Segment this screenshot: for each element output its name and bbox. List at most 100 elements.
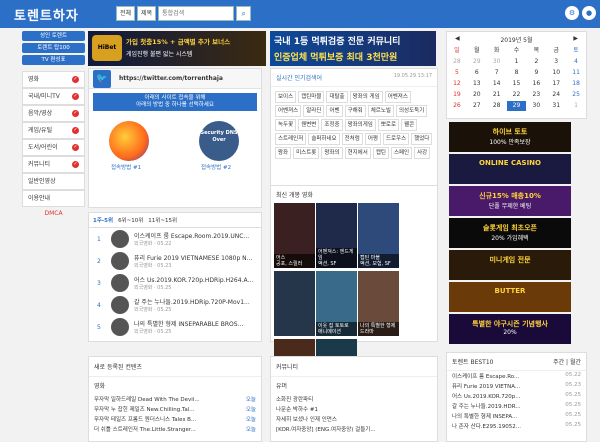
calendar-prev-icon[interactable]: ◀: [455, 35, 460, 42]
side-ad-banner[interactable]: 슬롯게임 최초오픈 20% 가입혜택: [449, 218, 571, 248]
category-korean-tv[interactable]: 국내/미니TV ✓: [22, 88, 85, 105]
search-tag[interactable]: 조정중: [321, 119, 343, 131]
list-item[interactable]: 무자막 누 잡힌 제일즈 New.Chilling.Tal... 오늘: [89, 404, 261, 414]
row-title[interactable]: 이스케이프 룸 Escape.Room.2019.UNC...: [134, 231, 259, 240]
row-title[interactable]: 갈 주는 누나들.2019.HDRip.720P-Mov1...: [134, 297, 259, 306]
search-tag[interactable]: 알라딘: [303, 105, 325, 117]
row-title[interactable]: 퓨리 Furie 2019 VIETNAMESE 1080p N...: [134, 253, 259, 262]
search-tag[interactable]: 드로우스: [382, 133, 410, 145]
table-row[interactable]: 2 퓨리 Furie 2019 VIETNAMESE 1080p N... 외국영화…: [89, 250, 261, 272]
search-tag[interactable]: 대탈출: [326, 91, 348, 103]
settings-icon[interactable]: ⚙: [565, 6, 579, 20]
search-tag[interactable]: 스페인: [390, 147, 413, 159]
movie-poster[interactable]: 어벤져스: 엔드게임 액션, SF: [316, 203, 357, 268]
search-tag[interactable]: 했었다: [411, 133, 433, 145]
item-title[interactable]: 나의 특별한 형제 INSEPA...: [452, 412, 517, 420]
tv-schedule-button[interactable]: TV 편성표: [22, 55, 85, 65]
category-movie[interactable]: 영화 ✓: [22, 71, 85, 88]
list-item[interactable]: 나의 특별한 형제 INSEPA... 05.25: [447, 411, 586, 421]
side-ad-banner[interactable]: 신규15% 매충10% 단폴 무제한 베팅: [449, 186, 571, 216]
ad-banner-verify[interactable]: 국내 1등 먹튀검증 전문 커뮤니티 인증업체 먹튀보증 최대 3천만원: [270, 31, 436, 66]
calendar-day[interactable]: 11: [566, 68, 586, 78]
search-tag[interactable]: 녹두꽃: [275, 119, 297, 131]
access-method-1[interactable]: 접속방법 #1: [111, 163, 141, 171]
item-title[interactable]: 갈 주는 누나들.2019.HDR...: [452, 402, 521, 410]
side-ad-banner[interactable]: BUTTER: [449, 282, 571, 312]
calendar-day[interactable]: 4: [566, 57, 586, 67]
twitter-bar[interactable]: 🐦 https://twitter.com/torrenthaja: [89, 69, 261, 89]
item-title[interactable]: 자세히 보셨나 인재 인먼스: [276, 415, 337, 423]
calendar-day[interactable]: 13: [467, 79, 487, 89]
calendar-day[interactable]: 5: [447, 68, 467, 78]
category-guide[interactable]: 이용안내: [22, 190, 85, 207]
calendar-day[interactable]: 18: [566, 79, 586, 89]
movie-poster[interactable]: 어스 공포, 스릴러: [274, 203, 315, 268]
item-title[interactable]: 소화진 광란파티: [276, 395, 313, 403]
tab-monthly[interactable]: 월간: [570, 359, 581, 366]
calendar-day[interactable]: 3: [546, 57, 566, 67]
calendar-day[interactable]: 9: [526, 68, 546, 78]
category-game[interactable]: 게임/유틸 ✓: [22, 122, 85, 139]
category-amateur[interactable]: 일반인영상: [22, 173, 85, 190]
search-tag[interactable]: 왕좌의게임: [344, 119, 376, 131]
calendar-day[interactable]: 12: [447, 79, 467, 89]
search-tag[interactable]: 스트레인저: [275, 133, 307, 145]
search-tag[interactable]: 웰콘: [401, 119, 418, 131]
side-ad-banner[interactable]: 하이브 토토 100% 만족보장: [449, 122, 571, 152]
item-title[interactable]: 무자막 테일즈 프롬드 원더스니스 Tales B...: [94, 415, 196, 423]
search-tag[interactable]: 왕좌의 게임: [349, 91, 383, 103]
user-icon[interactable]: ●: [582, 6, 596, 20]
torrent-top100-button[interactable]: 토렌트 탑100: [22, 43, 85, 53]
dns-shield-icon[interactable]: Security DNS Over: [199, 121, 239, 161]
calendar-day[interactable]: 6: [467, 68, 487, 78]
calendar-day[interactable]: 15: [507, 79, 527, 89]
table-row[interactable]: 5 나의 특별한 형제 INSEPARABLE BROS... 외국영화 · 05.…: [89, 316, 261, 338]
search-tag[interactable]: 어쩡: [364, 133, 381, 145]
list-item[interactable]: [KOR.여자중앙] (ENG.여자중앙) 걸들기...: [271, 424, 437, 434]
calendar-day[interactable]: 14: [487, 79, 507, 89]
calendar-day[interactable]: 29: [506, 101, 527, 111]
search-tag[interactable]: 의성도둑기: [396, 105, 428, 117]
list-item[interactable]: 갈 주는 누나들.2019.HDR... 05.25: [447, 401, 586, 411]
table-row[interactable]: 1 이스케이프 룸 Escape.Room.2019.UNC... 외국영화 · 0…: [89, 228, 261, 250]
row-title[interactable]: 어스 Us.2019.KOR.720p.HDRip.H264.A...: [134, 275, 259, 284]
search-scope-all[interactable]: 전체: [116, 6, 136, 21]
list-item[interactable]: 무자막 테일즈 프롬드 원더스니스 Tales B... 오늘: [89, 414, 261, 424]
calendar-day[interactable]: 17: [546, 79, 566, 89]
calendar-day[interactable]: 20: [467, 90, 487, 100]
item-title[interactable]: 퓨리 Furie 2019 VIETNA...: [452, 382, 520, 390]
dmca-link[interactable]: DMCA: [22, 210, 85, 217]
list-item[interactable]: 나문순 박하수 #1: [271, 404, 437, 414]
category-books[interactable]: 도서/어린이 ✓: [22, 139, 85, 156]
search-tag[interactable]: 어벤져스: [275, 105, 302, 117]
calendar-day[interactable]: 29: [467, 57, 487, 67]
list-item[interactable]: 어스 Us.2019.KOR.720p... 05.25: [447, 391, 586, 401]
tab-rank-6-10[interactable]: 6위~10위: [118, 216, 143, 224]
side-ad-banner[interactable]: ONLINE CASINO: [449, 154, 571, 184]
calendar-day[interactable]: 1: [566, 101, 586, 111]
search-tag[interactable]: 슬퍼하네요: [308, 133, 340, 145]
search-tag[interactable]: 왕좌: [275, 147, 292, 159]
search-tag[interactable]: 캡틴마블: [298, 91, 325, 103]
search-input[interactable]: [158, 6, 235, 21]
search-tag[interactable]: 캡틴: [372, 147, 389, 159]
search-tag[interactable]: 왕좌의: [321, 147, 343, 159]
calendar-day[interactable]: 26: [447, 101, 467, 111]
search-icon[interactable]: ⌕: [236, 6, 252, 21]
tab-weekly[interactable]: 주간: [553, 359, 564, 366]
movie-poster[interactable]: 나의 특별한 형제 드라마: [358, 271, 399, 336]
calendar-day[interactable]: 19: [447, 90, 467, 100]
calendar-day[interactable]: 30: [487, 57, 507, 67]
list-item[interactable]: 이스케이프 룸 Escape.Ro... 05.22: [447, 371, 586, 381]
calendar-day[interactable]: 21: [487, 90, 507, 100]
item-title[interactable]: 나 존자 산다.E295.19052...: [452, 422, 521, 430]
movie-poster[interactable]: [274, 271, 315, 336]
calendar-day[interactable]: 10: [546, 68, 566, 78]
item-title[interactable]: 이스케이프 룸 Escape.Ro...: [452, 372, 519, 380]
search-tag[interactable]: 어벤져스: [384, 91, 411, 103]
search-tag[interactable]: 사강: [414, 147, 431, 159]
search-tag[interactable]: 보이스: [275, 91, 297, 103]
search-tag[interactable]: 현지에서: [344, 147, 371, 159]
list-item[interactable]: 더 쉬틀 스트레인저 The.Little.Stranger... 오늘: [89, 424, 261, 434]
calendar-day[interactable]: 30: [526, 101, 546, 111]
